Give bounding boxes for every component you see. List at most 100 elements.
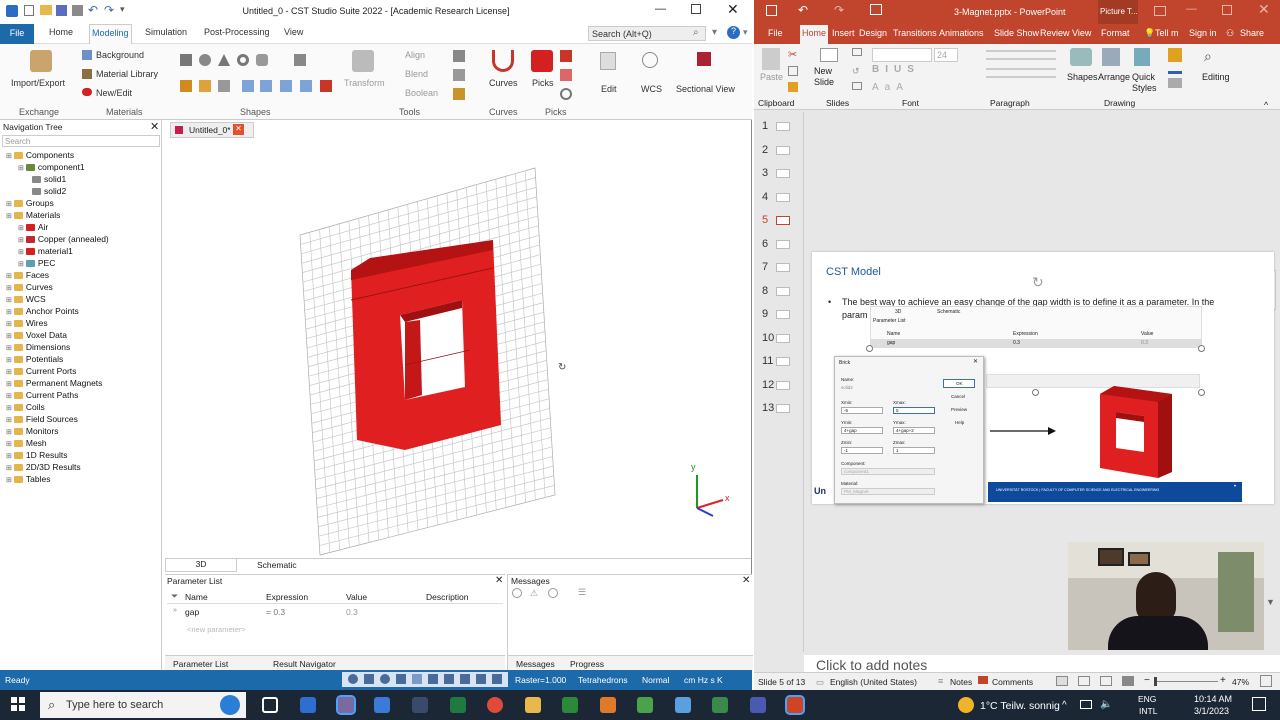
input-language-2[interactable]: INTL [1139,706,1157,716]
ppt-undo-icon[interactable]: ↶ [798,3,808,17]
tree-item[interactable]: solid1 [30,174,66,184]
sectional-view-button[interactable]: Sectional View [676,84,735,94]
bing-icon[interactable] [220,695,240,715]
ppt-tab-insert[interactable]: Insert [832,28,855,38]
nav-search-input[interactable]: Search [2,135,160,147]
tools-icon-1[interactable] [453,50,465,62]
shapes-button[interactable]: Shapes [1067,72,1098,82]
tab-messages[interactable]: Messages [516,659,555,669]
tree-item[interactable]: ⊞ Air [18,222,48,232]
ppt-minimize-button[interactable]: — [1186,3,1197,15]
filter-icon[interactable]: ⏷ [171,591,178,602]
tools-icon-2[interactable] [453,69,465,81]
3d-viewport[interactable]: y x ↻ [165,140,751,558]
picks-icon-1[interactable] [560,50,572,62]
clock-date[interactable]: 3/1/2023 [1194,706,1229,716]
expand-icon[interactable]: ⊞ [6,333,12,340]
wcs-button[interactable]: WCS [641,84,662,94]
reset-icon[interactable]: ↺ [852,66,860,77]
document-tab[interactable]: Untitled_0* ✕ [170,122,254,138]
info-filter-icon[interactable] [548,588,558,598]
expand-icon[interactable]: ⊞ [6,393,12,400]
expand-icon[interactable]: ⊞ [6,429,12,436]
tree-item[interactable]: ⊞ PEC [18,258,55,268]
material-library-button[interactable]: Material Library [96,69,158,79]
tree-item[interactable]: ⊞ material1 [18,246,73,256]
quick-styles-button[interactable]: Quick Styles [1132,72,1164,94]
tab-view[interactable]: View [284,27,303,37]
expand-icon[interactable]: ⊞ [6,369,12,376]
new-parameter-row[interactable]: <new parameter> [187,625,246,634]
tools-icon-3[interactable] [453,88,465,100]
taskbar-chrome-icon[interactable] [487,697,503,713]
parameter-row[interactable]: » gap = 0.3 0.3 [167,606,503,618]
tell-me-search[interactable]: Tell m [1155,28,1179,38]
slide-number[interactable]: 12 [762,379,774,391]
tree-item[interactable]: ⊞ Mesh [6,438,47,448]
align-button[interactable]: Align [405,50,425,60]
tree-item[interactable]: ⊞ Voxel Data [6,330,67,340]
tree-item[interactable]: ⊞ Groups [6,198,54,208]
selection-handle[interactable] [1198,345,1205,352]
selection-handle[interactable] [1198,389,1205,396]
slide-magnet-image[interactable] [1096,384,1176,478]
slide-thumbnail[interactable] [776,310,790,319]
font-color-buttons[interactable]: AaA [872,82,909,93]
tab-post-processing[interactable]: Post-Processing [204,27,270,37]
expand-icon[interactable]: ⊞ [18,225,24,232]
notes-toggle-button[interactable]: Notes [950,677,972,687]
torus-icon[interactable] [237,54,249,66]
slide-thumbnail[interactable] [776,333,790,343]
tree-item[interactable]: ⊞ Copper (annealed) [18,234,109,244]
slide-number[interactable]: 8 [762,285,768,297]
tab-simulation[interactable]: Simulation [145,27,187,37]
status-language[interactable]: English (United States) [830,677,917,687]
extrude-icon[interactable] [294,54,306,66]
slide-number[interactable]: 4 [762,191,768,203]
tree-item[interactable]: ⊞ Faces [6,270,49,280]
reading-view-icon[interactable] [1100,676,1112,686]
layout-icon[interactable] [852,48,862,56]
slide-thumbnail[interactable] [776,122,790,131]
tree-item[interactable]: ⊞ Coils [6,402,45,412]
picks-icon-2[interactable] [560,69,572,81]
shape-tool-8-icon[interactable] [320,80,332,92]
taskbar-app-10-icon[interactable] [637,697,653,713]
expand-icon[interactable]: ⊞ [6,465,12,472]
taskbar-app-8-icon[interactable] [562,697,578,713]
shape-fill-icon[interactable] [1168,48,1182,62]
slide-number[interactable]: 13 [762,402,774,414]
minimize-button[interactable]: — [655,3,666,15]
ppt-tab-animations[interactable]: Animations [939,28,984,38]
slide-number[interactable]: 9 [762,308,768,320]
expand-icon[interactable]: ⊞ [6,417,12,424]
tree-item[interactable]: ⊞ Dimensions [6,342,70,352]
slide-sorter-icon[interactable] [1078,676,1090,686]
shape-effects-icon[interactable] [1168,78,1182,88]
slide-number[interactable]: 2 [762,144,768,156]
tree-item[interactable]: ⊞ Wires [6,318,48,328]
wireframe-icon[interactable] [476,674,486,684]
slide-bullet-text-2[interactable]: param [842,310,868,320]
expand-icon[interactable]: ⊞ [6,321,12,328]
scroll-down-icon[interactable]: ▼ [1266,597,1275,607]
slide-number[interactable]: 11 [762,355,773,367]
taskbar-search-box[interactable]: ⌕ Type here to search [40,692,246,718]
weather-icon[interactable] [958,697,974,713]
shape-tool-5-icon[interactable] [260,80,272,92]
taskbar-explorer-icon[interactable] [525,697,541,713]
tree-item[interactable]: ⊞ 1D Results [6,450,67,460]
view-icon[interactable] [492,674,502,684]
ppt-tab-slideshow[interactable]: Slide Show [994,28,1039,38]
taskbar-app-11-icon[interactable] [675,697,691,713]
cst-search-box[interactable]: Search (Alt+Q) ⌕ [588,26,706,41]
section-icon[interactable] [852,82,862,90]
brick-icon[interactable] [180,54,192,66]
tree-item[interactable]: ⊞ component1 [18,162,85,172]
expand-icon[interactable]: ⊞ [6,285,12,292]
expand-icon[interactable]: ⊞ [6,273,12,280]
shape-tool-7-icon[interactable] [300,80,312,92]
clock-time[interactable]: 10:14 AM [1194,694,1232,704]
new-edit-button[interactable]: New/Edit [96,88,132,98]
format-painter-icon[interactable] [788,82,798,92]
